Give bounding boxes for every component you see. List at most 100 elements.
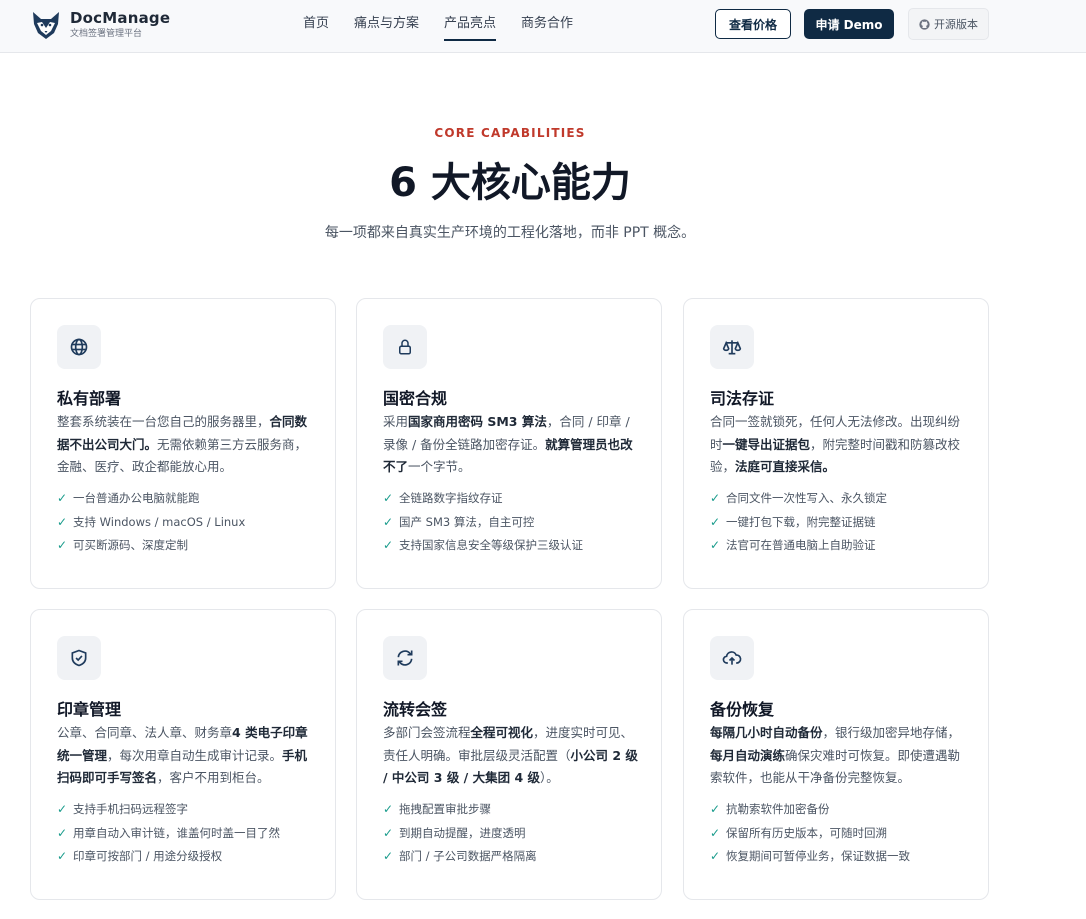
capability-card: 司法存证 合同一签就锁死，任何人无法修改。出现纠纷时一键导出证据包，附完整时间戳… — [683, 298, 989, 589]
request-demo-button[interactable]: 申请 Demo — [804, 9, 894, 39]
feature-text: 用章自动入审计链，谁盖何时盖一目了然 — [73, 825, 280, 840]
feature-list: ✓ 一台普通办公电脑就能跑 ✓ 支持 Windows / macOS / Linux ✓… — [57, 487, 245, 558]
description-text: 多部门会签流程 — [383, 725, 471, 740]
capability-card: 国密合规 采用国家商用密码 SM3 算法，合同 / 印章 / 录像 / 备份全链… — [356, 298, 662, 589]
description-text: 一个字节。 — [408, 459, 471, 474]
capability-card: 流转会签 多部门会签流程全程可视化，进度实时可见、责任人明确。审批层级灵活配置（… — [356, 609, 662, 900]
brand-name: DocManage — [70, 9, 171, 27]
description-text: ，银行级加密异地存储， — [822, 725, 961, 740]
feature-text: 法官可在普通电脑上自助验证 — [726, 538, 876, 552]
main-nav: 首页 痛点与方案 产品亮点 商务合作 — [303, 0, 598, 53]
check-icon: ✓ — [383, 802, 394, 816]
check-icon: ✓ — [383, 825, 394, 840]
check-icon: ✓ — [383, 514, 394, 529]
card-description: 公章、合同章、法人章、财务章4 类电子印章统一管理，每次用章自动生成审计记录。手… — [57, 722, 313, 790]
description-emphasis: 全程可视化 — [470, 725, 534, 740]
nav-highlights[interactable]: 产品亮点 — [444, 0, 497, 53]
globe-icon — [57, 325, 101, 369]
check-icon: ✓ — [57, 849, 68, 863]
check-icon: ✓ — [383, 491, 394, 505]
open-source-button[interactable]: 开源版本 — [908, 8, 989, 40]
nav-pain-points[interactable]: 痛点与方案 — [354, 0, 419, 53]
brand-tagline: 文档签署管理平台 — [70, 29, 143, 39]
section-title: 6 大核心能力 — [389, 160, 631, 206]
feature-text: 印章可按部门 / 用途分级授权 — [73, 849, 223, 863]
check-icon: ✓ — [383, 849, 394, 863]
feature-item: ✓ 用章自动入审计链，谁盖何时盖一目了然 — [57, 822, 280, 846]
brand-logo[interactable]: DocManage 文档签署管理平台 — [30, 10, 170, 40]
check-icon: ✓ — [710, 825, 721, 840]
check-icon: ✓ — [57, 538, 68, 552]
shield-check-icon — [57, 636, 101, 680]
feature-item: ✓ 支持国家信息安全等级保护三级认证 — [383, 534, 583, 558]
nav-business[interactable]: 商务合作 — [521, 0, 573, 53]
card-title: 国密合规 — [383, 389, 448, 408]
check-icon: ✓ — [710, 491, 721, 505]
feature-item: ✓ 一台普通办公电脑就能跑 — [57, 487, 245, 511]
feature-text: 一台普通办公电脑就能跑 — [73, 491, 200, 505]
feature-item: ✓ 可买断源码、深度定制 — [57, 534, 245, 558]
card-title: 私有部署 — [57, 389, 122, 408]
feature-text: 支持 Windows / macOS / Linux — [73, 514, 246, 529]
check-icon: ✓ — [57, 491, 68, 505]
card-title: 司法存证 — [710, 389, 775, 408]
feature-item: ✓ 恢复期间可暂停业务，保证数据一致 — [710, 845, 910, 869]
feature-list: ✓ 支持手机扫码远程签字 ✓ 用章自动入审计链，谁盖何时盖一目了然 ✓ 印章可按部门 / … — [57, 798, 280, 869]
cloud-upload-icon — [710, 636, 754, 680]
card-description: 每隔几小时自动备份，银行级加密异地存储，每月自动演练确保灾难时可恢复。即使遭遇勒… — [710, 722, 966, 790]
feature-item: ✓ 支持 Windows / macOS / Linux — [57, 511, 245, 535]
feature-item: ✓ 保留所有历史版本，可随时回溯 — [710, 822, 910, 846]
feature-list: ✓ 全链路数字指纹存证 ✓ 国产 SM3 算法，自主可控 ✓ 支持国家信息安全等级保护三级… — [383, 487, 583, 558]
feature-text: 国产 SM3 算法，自主可控 — [399, 514, 535, 529]
feature-list: ✓ 合同文件一次性写入、永久锁定 ✓ 一键打包下载，附完整证据链 ✓ 法官可在普通电脑上自… — [710, 487, 887, 558]
feature-item: ✓ 到期自动提醒，进度透明 — [383, 822, 537, 846]
feature-text: 到期自动提醒，进度透明 — [399, 825, 526, 840]
description-text: ，客户不用到柜台。 — [157, 770, 270, 785]
section-subtitle: 每一项都来自真实生产环境的工程化落地，而非 PPT 概念。 — [324, 225, 696, 241]
check-icon: ✓ — [57, 825, 68, 840]
description-text: 采用 — [383, 414, 409, 429]
capability-card: 备份恢复 每隔几小时自动备份，银行级加密异地存储，每月自动演练确保灾难时可恢复。… — [683, 609, 989, 900]
feature-text: 拖拽配置审批步骤 — [399, 802, 491, 816]
feature-list: ✓ 抗勒索软件加密备份 ✓ 保留所有历史版本，可随时回溯 ✓ 恢复期间可暂停业务，保证数据… — [710, 798, 910, 869]
feature-text: 部门 / 子公司数据严格隔离 — [399, 849, 537, 863]
description-text: 整套系统装在一台您自己的服务器里， — [57, 414, 270, 429]
card-description: 多部门会签流程全程可视化，进度实时可见、责任人明确。审批层级灵活配置（小公司 2… — [383, 722, 639, 790]
view-pricing-button[interactable]: 查看价格 — [715, 9, 791, 39]
card-description: 合同一签就锁死，任何人无法修改。出现纠纷时一键导出证据包，附完整时间戳和防篡改校… — [710, 411, 966, 479]
feature-text: 保留所有历史版本，可随时回溯 — [726, 825, 887, 840]
feature-item: ✓ 抗勒索软件加密备份 — [710, 798, 910, 822]
feature-text: 一键打包下载，附完整证据链 — [726, 514, 876, 529]
refresh-icon — [383, 636, 427, 680]
check-icon: ✓ — [710, 802, 721, 816]
description-emphasis: 每隔几小时自动备份 — [710, 725, 823, 740]
description-text: 公章、合同章、法人章、财务章 — [57, 725, 233, 740]
description-emphasis: 法庭可直接采信。 — [735, 459, 836, 474]
wolf-logo-icon — [33, 12, 59, 39]
capability-card: 印章管理 公章、合同章、法人章、财务章4 类电子印章统一管理，每次用章自动生成审… — [30, 609, 336, 900]
feature-item: ✓ 印章可按部门 / 用途分级授权 — [57, 845, 280, 869]
check-icon: ✓ — [710, 514, 721, 529]
section-eyebrow: CORE CAPABILITIES — [434, 126, 586, 140]
card-description: 整套系统装在一台您自己的服务器里，合同数据不出公司大门。无需依赖第三方云服务商，… — [57, 411, 313, 479]
feature-item: ✓ 全链路数字指纹存证 — [383, 487, 583, 511]
feature-text: 支持手机扫码远程签字 — [73, 802, 188, 816]
top-navbar: DocManage 文档签署管理平台 首页 痛点与方案 产品亮点 商务合作 查看… — [0, 0, 1086, 53]
feature-item: ✓ 法官可在普通电脑上自助验证 — [710, 534, 887, 558]
description-emphasis: 国家商用密码 SM3 算法 — [408, 414, 547, 429]
nav-home[interactable]: 首页 — [303, 0, 329, 53]
feature-item: ✓ 国产 SM3 算法，自主可控 — [383, 511, 583, 535]
feature-text: 全链路数字指纹存证 — [399, 491, 503, 505]
feature-item: ✓ 一键打包下载，附完整证据链 — [710, 511, 887, 535]
description-text: ，每次用章自动生成审计记录。 — [107, 747, 283, 763]
description-emphasis: 一键导出证据包 — [722, 436, 811, 452]
feature-text: 可买断源码、深度定制 — [73, 538, 188, 552]
card-title: 备份恢复 — [710, 700, 775, 719]
scale-icon — [710, 325, 754, 369]
check-icon: ✓ — [57, 514, 68, 529]
description-emphasis: 每月自动演练 — [710, 747, 786, 763]
feature-list: ✓ 拖拽配置审批步骤 ✓ 到期自动提醒，进度透明 ✓ 部门 / 子公司数据严格隔离 — [383, 798, 537, 869]
capability-card: 私有部署 整套系统装在一台您自己的服务器里，合同数据不出公司大门。无需依赖第三方… — [30, 298, 336, 589]
check-icon: ✓ — [383, 538, 394, 552]
card-description: 采用国家商用密码 SM3 算法，合同 / 印章 / 录像 / 备份全链路加密存证… — [383, 411, 639, 479]
